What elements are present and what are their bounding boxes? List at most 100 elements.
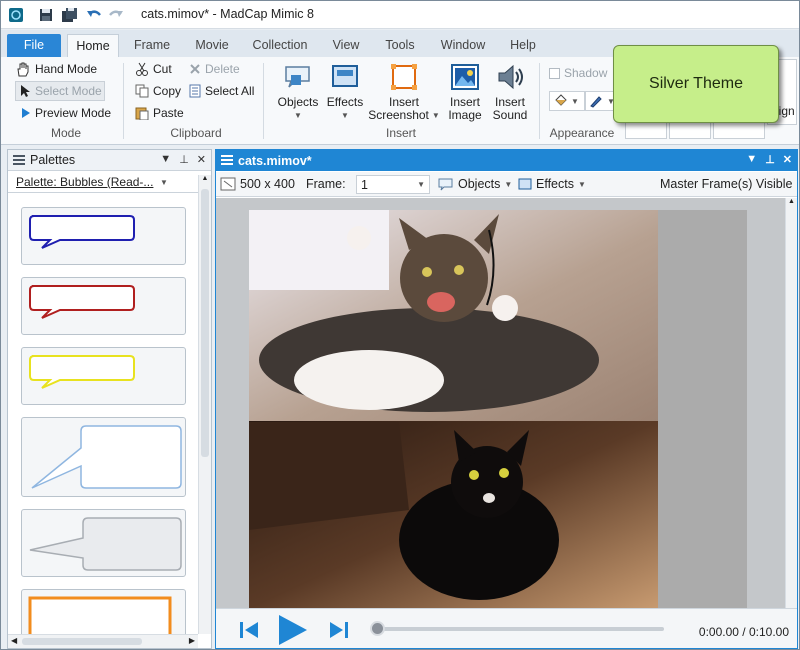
screenshot-icon bbox=[388, 61, 420, 93]
document-vertical-scrollbar[interactable]: ▲ bbox=[785, 198, 797, 608]
dropdown-icon[interactable]: ▼ bbox=[160, 153, 171, 166]
scroll-thumb[interactable] bbox=[22, 638, 142, 645]
undo-icon[interactable] bbox=[85, 6, 103, 24]
size-display[interactable]: 500 x 400 bbox=[220, 177, 295, 191]
tab-frame[interactable]: Frame bbox=[127, 34, 177, 57]
paint-bucket-icon bbox=[555, 94, 567, 106]
skip-back-button[interactable] bbox=[238, 619, 260, 644]
tab-help[interactable]: Help bbox=[503, 34, 543, 57]
close-icon[interactable]: ✕ bbox=[197, 153, 206, 166]
fill-color-dropdown[interactable]: ▼ bbox=[549, 91, 585, 111]
menu-icon[interactable] bbox=[13, 155, 25, 165]
save-all-icon[interactable] bbox=[61, 6, 79, 24]
tab-movie[interactable]: Movie bbox=[187, 34, 237, 57]
redo-icon[interactable] bbox=[107, 6, 125, 24]
palette-item[interactable] bbox=[21, 417, 186, 497]
insert-sound-button[interactable]: Insert Sound bbox=[489, 61, 531, 122]
shadow-checkbox[interactable]: Shadow bbox=[549, 63, 607, 83]
insert-screenshot-button[interactable]: Insert Screenshot ▼ bbox=[368, 61, 440, 122]
play-icon bbox=[279, 615, 307, 645]
frame-label: Frame: bbox=[306, 177, 346, 191]
effects-dropdown[interactable]: Effects ▼ bbox=[518, 177, 586, 191]
effects-icon bbox=[518, 178, 532, 190]
palette-item[interactable] bbox=[21, 589, 186, 634]
scroll-thumb[interactable] bbox=[201, 189, 209, 457]
menu-icon[interactable] bbox=[221, 155, 233, 165]
window-title: cats.mimov* - MadCap Mimic 8 bbox=[141, 7, 314, 21]
playhead-handle[interactable] bbox=[370, 621, 385, 636]
tab-home[interactable]: Home bbox=[67, 34, 119, 57]
close-icon[interactable]: ✕ bbox=[783, 153, 792, 166]
speech-bubble-icon bbox=[282, 61, 314, 93]
tab-view[interactable]: View bbox=[327, 34, 365, 57]
light-blue-bubble-icon bbox=[31, 425, 182, 489]
effects-button[interactable]: Effects ▼ bbox=[323, 61, 367, 122]
blue-bubble-icon bbox=[29, 215, 135, 249]
hand-mode-button[interactable]: Hand Mode bbox=[15, 59, 97, 79]
palette-item[interactable] bbox=[21, 207, 186, 265]
tab-file[interactable]: File bbox=[7, 34, 61, 57]
document-tab[interactable]: cats.mimov* ▼ ⊥ ✕ bbox=[216, 150, 797, 171]
objects-dropdown[interactable]: Objects ▼ bbox=[438, 177, 512, 191]
preview-mode-button[interactable]: Preview Mode bbox=[19, 103, 111, 123]
objects-button[interactable]: Objects ▼ bbox=[275, 61, 321, 122]
gray-bubble-icon bbox=[29, 517, 182, 571]
app-window: cats.mimov* - MadCap Mimic 8 File Home F… bbox=[0, 0, 800, 650]
tab-tools[interactable]: Tools bbox=[379, 34, 421, 57]
skip-forward-icon bbox=[330, 622, 348, 638]
divider bbox=[263, 63, 264, 139]
select-mode-button[interactable]: Select Mode bbox=[15, 81, 105, 101]
cut-button[interactable]: Cut bbox=[135, 59, 172, 79]
select-all-icon bbox=[189, 84, 201, 98]
chevron-up-icon[interactable]: ▲ bbox=[199, 175, 211, 185]
master-frames-toggle[interactable]: Master Frame(s) Visible bbox=[660, 177, 792, 191]
timeline-slider[interactable] bbox=[376, 627, 664, 631]
scissors-icon bbox=[136, 62, 148, 76]
image-icon bbox=[449, 61, 481, 93]
chevron-left-icon[interactable]: ◀ bbox=[11, 636, 17, 645]
title-bar: cats.mimov* - MadCap Mimic 8 bbox=[1, 1, 799, 29]
copy-button[interactable]: Copy bbox=[135, 81, 181, 101]
palettes-pane: Palettes ▼ ⊥ ✕ Palette: Bubbles (Read-..… bbox=[7, 149, 212, 649]
paste-button[interactable]: Paste bbox=[135, 103, 184, 123]
chevron-up-icon[interactable]: ▲ bbox=[786, 198, 797, 205]
app-logo-icon[interactable] bbox=[7, 6, 25, 24]
playback-bar: 0:00.00 / 0:10.00 bbox=[216, 608, 797, 648]
skip-forward-button[interactable] bbox=[328, 619, 350, 644]
resize-icon bbox=[220, 177, 236, 191]
chevron-right-icon[interactable]: ▶ bbox=[189, 636, 195, 645]
delete-button[interactable]: Delete bbox=[189, 59, 240, 79]
divider bbox=[539, 63, 540, 139]
palette-horizontal-scrollbar[interactable]: ◀ ▶ bbox=[8, 634, 198, 648]
time-display: 0:00.00 / 0:10.00 bbox=[698, 625, 789, 639]
paste-icon bbox=[135, 107, 149, 120]
dropdown-icon[interactable]: ▼ bbox=[746, 153, 757, 166]
palette-item[interactable] bbox=[21, 509, 186, 577]
orange-box-icon bbox=[28, 596, 172, 634]
palette-item[interactable] bbox=[21, 347, 186, 405]
chevron-down-icon: ▼ bbox=[160, 178, 168, 187]
pen-icon bbox=[590, 96, 602, 108]
tab-window[interactable]: Window bbox=[435, 34, 491, 57]
insert-image-button[interactable]: Insert Image bbox=[443, 61, 487, 122]
cursor-icon bbox=[21, 85, 30, 97]
cat-photo[interactable] bbox=[249, 210, 658, 608]
palette-item[interactable] bbox=[21, 277, 186, 335]
palette-selector[interactable]: Palette: Bubbles (Read-... ▼ bbox=[8, 173, 211, 193]
palette-vertical-scrollbar[interactable]: ▲ bbox=[198, 175, 211, 634]
select-all-button[interactable]: Select All bbox=[189, 81, 254, 101]
frame-canvas[interactable] bbox=[249, 210, 747, 608]
play-button[interactable] bbox=[276, 613, 310, 649]
document-pane: cats.mimov* ▼ ⊥ ✕ 500 x 400 Frame: 1 ▼ O… bbox=[215, 149, 798, 649]
yellow-bubble-icon bbox=[29, 355, 135, 389]
pin-icon[interactable]: ⊥ bbox=[765, 153, 775, 166]
mode-group-label: Mode bbox=[50, 126, 82, 140]
pin-icon[interactable]: ⊥ bbox=[179, 153, 189, 166]
speaker-icon bbox=[494, 61, 526, 93]
tab-collection[interactable]: Collection bbox=[247, 34, 313, 57]
frame-select[interactable]: 1 ▼ bbox=[356, 175, 430, 194]
appearance-group-label: Appearance bbox=[549, 126, 615, 140]
copy-icon bbox=[135, 84, 149, 98]
hand-icon bbox=[17, 62, 29, 77]
save-icon[interactable] bbox=[37, 6, 55, 24]
